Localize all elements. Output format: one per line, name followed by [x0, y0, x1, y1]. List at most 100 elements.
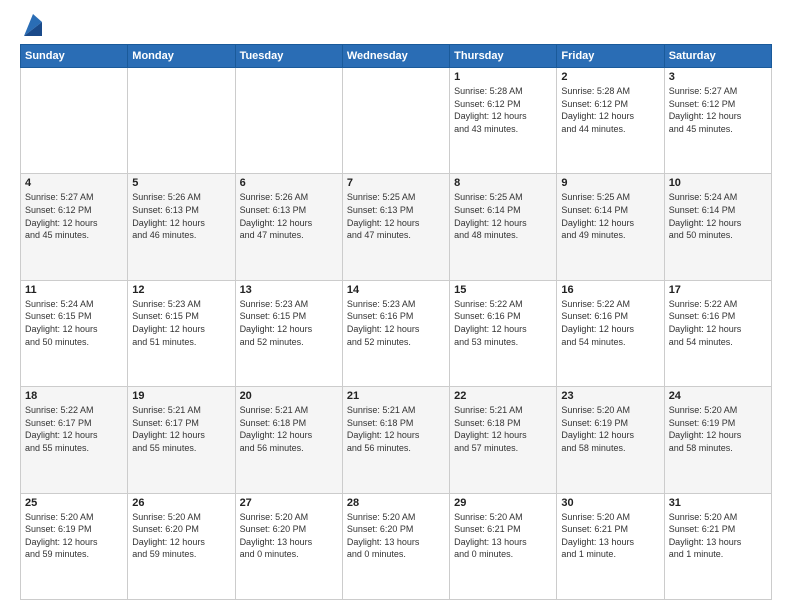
calendar-cell: 26Sunrise: 5:20 AM Sunset: 6:20 PM Dayli… — [128, 493, 235, 599]
calendar-cell: 25Sunrise: 5:20 AM Sunset: 6:19 PM Dayli… — [21, 493, 128, 599]
day-number: 29 — [454, 497, 552, 509]
calendar-week-4: 25Sunrise: 5:20 AM Sunset: 6:19 PM Dayli… — [21, 493, 772, 599]
calendar-cell: 20 Sunrise: 5:21 AM Sunset: 6:18 PM Dayli… — [235, 387, 342, 493]
day-info: Sunrise: 5:25 AM Sunset: 6:13 PM Dayligh… — [347, 191, 445, 241]
day-info: Sunrise: 5:20 AM Sunset: 6:20 PM Dayligh… — [240, 511, 338, 561]
calendar-week-1: 4 Sunrise: 5:27 AM Sunset: 6:12 PM Daylig… — [21, 174, 772, 280]
weekday-header-row: SundayMondayTuesdayWednesdayThursdayFrid… — [21, 45, 772, 68]
day-number: 27 — [240, 497, 338, 509]
weekday-header-sunday: Sunday — [21, 45, 128, 68]
day-number: 30 — [561, 497, 659, 509]
calendar-cell — [342, 68, 449, 174]
calendar-cell: 27 Sunrise: 5:20 AM Sunset: 6:20 PM Dayli… — [235, 493, 342, 599]
calendar-cell: 1 Sunrise: 5:28 AM Sunset: 6:12 PM Daylig… — [450, 68, 557, 174]
day-info: Sunrise: 5:24 AM Sunset: 6:14 PM Dayligh… — [669, 191, 767, 241]
calendar-cell: 23Sunrise: 5:20 AM Sunset: 6:19 PM Dayli… — [557, 387, 664, 493]
calendar-week-3: 18 Sunrise: 5:22 AM Sunset: 6:17 PM Dayli… — [21, 387, 772, 493]
day-number: 18 — [25, 390, 123, 402]
day-number: 4 — [25, 177, 123, 189]
day-info: Sunrise: 5:22 AM Sunset: 6:16 PM Dayligh… — [669, 298, 767, 348]
day-info: Sunrise: 5:25 AM Sunset: 6:14 PM Dayligh… — [561, 191, 659, 241]
day-info: Sunrise: 5:21 AM Sunset: 6:18 PM Dayligh… — [454, 404, 552, 454]
calendar-cell: 3 Sunrise: 5:27 AM Sunset: 6:12 PM Daylig… — [664, 68, 771, 174]
day-number: 17 — [669, 284, 767, 296]
calendar-week-0: 1 Sunrise: 5:28 AM Sunset: 6:12 PM Daylig… — [21, 68, 772, 174]
calendar-cell: 15Sunrise: 5:22 AM Sunset: 6:16 PM Dayli… — [450, 280, 557, 386]
day-number: 14 — [347, 284, 445, 296]
day-number: 16 — [561, 284, 659, 296]
calendar-cell: 8Sunrise: 5:25 AM Sunset: 6:14 PM Daylig… — [450, 174, 557, 280]
calendar-cell: 16 Sunrise: 5:22 AM Sunset: 6:16 PM Dayli… — [557, 280, 664, 386]
calendar-cell: 19 Sunrise: 5:21 AM Sunset: 6:17 PM Dayli… — [128, 387, 235, 493]
day-number: 21 — [347, 390, 445, 402]
calendar-cell: 9 Sunrise: 5:25 AM Sunset: 6:14 PM Daylig… — [557, 174, 664, 280]
day-info: Sunrise: 5:20 AM Sunset: 6:21 PM Dayligh… — [669, 511, 767, 561]
calendar-cell: 30 Sunrise: 5:20 AM Sunset: 6:21 PM Dayli… — [557, 493, 664, 599]
header — [20, 16, 772, 36]
calendar-cell: 17 Sunrise: 5:22 AM Sunset: 6:16 PM Dayli… — [664, 280, 771, 386]
calendar-cell: 2Sunrise: 5:28 AM Sunset: 6:12 PM Daylig… — [557, 68, 664, 174]
day-info: Sunrise: 5:21 AM Sunset: 6:17 PM Dayligh… — [132, 404, 230, 454]
calendar-cell — [128, 68, 235, 174]
day-info: Sunrise: 5:22 AM Sunset: 6:17 PM Dayligh… — [25, 404, 123, 454]
day-number: 23 — [561, 390, 659, 402]
day-number: 10 — [669, 177, 767, 189]
calendar-cell: 6Sunrise: 5:26 AM Sunset: 6:13 PM Daylig… — [235, 174, 342, 280]
calendar-cell: 24Sunrise: 5:20 AM Sunset: 6:19 PM Dayli… — [664, 387, 771, 493]
calendar-cell: 4 Sunrise: 5:27 AM Sunset: 6:12 PM Daylig… — [21, 174, 128, 280]
weekday-header-saturday: Saturday — [664, 45, 771, 68]
day-number: 24 — [669, 390, 767, 402]
day-number: 5 — [132, 177, 230, 189]
calendar-week-2: 11 Sunrise: 5:24 AM Sunset: 6:15 PM Dayli… — [21, 280, 772, 386]
day-number: 7 — [347, 177, 445, 189]
day-info: Sunrise: 5:28 AM Sunset: 6:12 PM Dayligh… — [454, 85, 552, 135]
calendar-cell: 28 Sunrise: 5:20 AM Sunset: 6:20 PM Dayli… — [342, 493, 449, 599]
calendar-cell: 13Sunrise: 5:23 AM Sunset: 6:15 PM Dayli… — [235, 280, 342, 386]
day-info: Sunrise: 5:27 AM Sunset: 6:12 PM Dayligh… — [669, 85, 767, 135]
day-number: 1 — [454, 71, 552, 83]
day-number: 9 — [561, 177, 659, 189]
day-number: 6 — [240, 177, 338, 189]
day-number: 31 — [669, 497, 767, 509]
day-info: Sunrise: 5:24 AM Sunset: 6:15 PM Dayligh… — [25, 298, 123, 348]
logo-icon — [24, 14, 42, 36]
calendar-cell — [21, 68, 128, 174]
calendar-cell: 31 Sunrise: 5:20 AM Sunset: 6:21 PM Dayli… — [664, 493, 771, 599]
calendar-cell: 22 Sunrise: 5:21 AM Sunset: 6:18 PM Dayli… — [450, 387, 557, 493]
day-number: 22 — [454, 390, 552, 402]
day-number: 8 — [454, 177, 552, 189]
calendar-cell: 11 Sunrise: 5:24 AM Sunset: 6:15 PM Dayli… — [21, 280, 128, 386]
calendar-cell: 21 Sunrise: 5:21 AM Sunset: 6:18 PM Dayli… — [342, 387, 449, 493]
day-info: Sunrise: 5:28 AM Sunset: 6:12 PM Dayligh… — [561, 85, 659, 135]
day-info: Sunrise: 5:20 AM Sunset: 6:20 PM Dayligh… — [132, 511, 230, 561]
day-number: 20 — [240, 390, 338, 402]
day-info: Sunrise: 5:20 AM Sunset: 6:21 PM Dayligh… — [561, 511, 659, 561]
page: SundayMondayTuesdayWednesdayThursdayFrid… — [0, 0, 792, 612]
calendar-cell: 10 Sunrise: 5:24 AM Sunset: 6:14 PM Dayli… — [664, 174, 771, 280]
day-number: 25 — [25, 497, 123, 509]
day-number: 28 — [347, 497, 445, 509]
calendar-cell: 12Sunrise: 5:23 AM Sunset: 6:15 PM Dayli… — [128, 280, 235, 386]
calendar-cell: 18 Sunrise: 5:22 AM Sunset: 6:17 PM Dayli… — [21, 387, 128, 493]
calendar-cell: 14 Sunrise: 5:23 AM Sunset: 6:16 PM Dayli… — [342, 280, 449, 386]
day-info: Sunrise: 5:20 AM Sunset: 6:20 PM Dayligh… — [347, 511, 445, 561]
weekday-header-friday: Friday — [557, 45, 664, 68]
calendar-cell — [235, 68, 342, 174]
day-number: 3 — [669, 71, 767, 83]
day-info: Sunrise: 5:23 AM Sunset: 6:16 PM Dayligh… — [347, 298, 445, 348]
calendar-cell: 5 Sunrise: 5:26 AM Sunset: 6:13 PM Daylig… — [128, 174, 235, 280]
calendar-cell: 7 Sunrise: 5:25 AM Sunset: 6:13 PM Daylig… — [342, 174, 449, 280]
weekday-header-monday: Monday — [128, 45, 235, 68]
day-number: 13 — [240, 284, 338, 296]
day-info: Sunrise: 5:21 AM Sunset: 6:18 PM Dayligh… — [240, 404, 338, 454]
day-number: 11 — [25, 284, 123, 296]
weekday-header-tuesday: Tuesday — [235, 45, 342, 68]
logo — [20, 16, 42, 36]
day-info: Sunrise: 5:22 AM Sunset: 6:16 PM Dayligh… — [561, 298, 659, 348]
day-info: Sunrise: 5:27 AM Sunset: 6:12 PM Dayligh… — [25, 191, 123, 241]
day-info: Sunrise: 5:20 AM Sunset: 6:21 PM Dayligh… — [454, 511, 552, 561]
day-number: 19 — [132, 390, 230, 402]
day-info: Sunrise: 5:26 AM Sunset: 6:13 PM Dayligh… — [132, 191, 230, 241]
calendar-table: SundayMondayTuesdayWednesdayThursdayFrid… — [20, 44, 772, 600]
day-info: Sunrise: 5:21 AM Sunset: 6:18 PM Dayligh… — [347, 404, 445, 454]
